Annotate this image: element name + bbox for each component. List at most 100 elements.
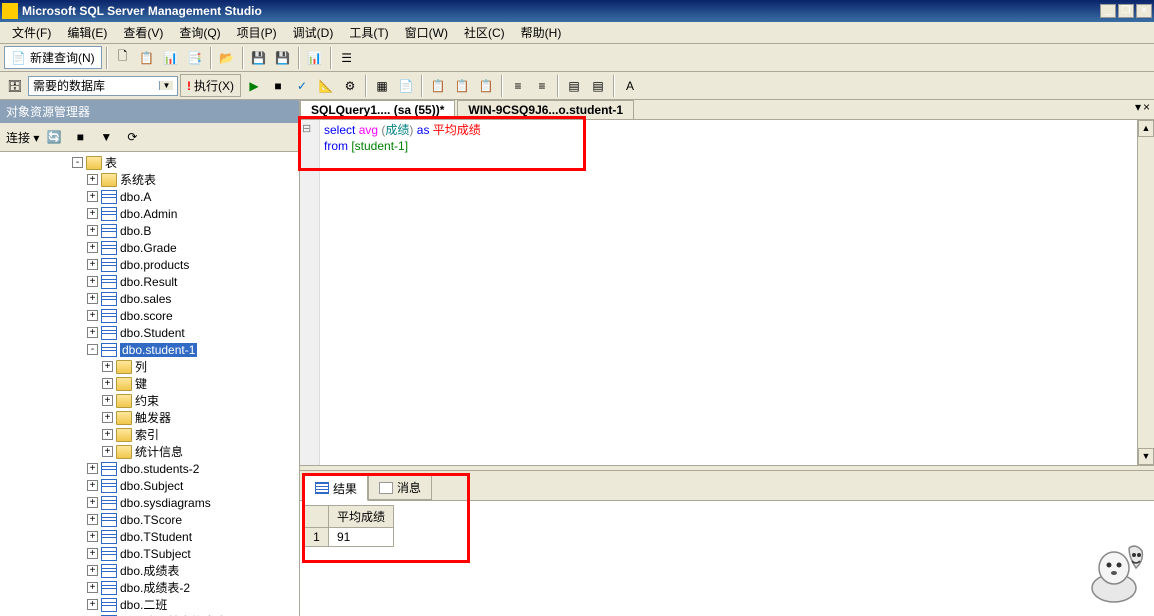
tree-table-item[interactable]: +dbo.Result xyxy=(2,273,297,290)
oe-refresh-icon[interactable]: 🔄 xyxy=(43,126,65,148)
new-query-button[interactable]: 📄 新建查询(N) xyxy=(4,46,102,69)
tree-table-item[interactable]: +dbo.students-2 xyxy=(2,460,297,477)
execute-button[interactable]: ! 执行(X) xyxy=(180,74,241,97)
expander-icon[interactable]: + xyxy=(87,463,98,474)
tree-tables-folder[interactable]: - 表 xyxy=(2,154,297,171)
tb-saveall-icon[interactable]: 💾 xyxy=(272,47,294,69)
tb-stop-icon[interactable]: ■ xyxy=(267,75,289,97)
tb-resulttext-icon[interactable]: 📄 xyxy=(395,75,417,97)
menu-help[interactable]: 帮助(H) xyxy=(513,22,570,43)
tb-icon-4[interactable]: 📑 xyxy=(184,47,206,69)
oe-filter2-icon[interactable]: ▼ xyxy=(95,126,117,148)
tb-a-icon[interactable]: 📋 xyxy=(427,75,449,97)
expander-icon[interactable]: + xyxy=(87,225,98,236)
tree-table-item[interactable]: +dbo.B xyxy=(2,222,297,239)
tree-subfolder[interactable]: +键 xyxy=(2,375,297,392)
database-combo[interactable]: 需要的数据库 ▼ xyxy=(28,76,178,96)
tree-table-item[interactable]: +dbo.Student xyxy=(2,324,297,341)
tb-c-icon[interactable]: 📋 xyxy=(475,75,497,97)
expander-icon[interactable]: + xyxy=(87,293,98,304)
expander-icon[interactable]: + xyxy=(87,242,98,253)
menu-window[interactable]: 窗口(W) xyxy=(397,22,456,43)
expander-icon[interactable]: + xyxy=(87,174,98,185)
tb-icon-3[interactable]: 📊 xyxy=(160,47,182,69)
tree-table-item[interactable]: +dbo.score xyxy=(2,307,297,324)
tree-table-item[interactable]: +dbo.成绩表 xyxy=(2,562,297,579)
expander-icon[interactable]: + xyxy=(87,259,98,270)
tree-table-item[interactable]: +dbo.TSubject xyxy=(2,545,297,562)
expander-icon[interactable]: + xyxy=(102,378,113,389)
restore-button[interactable]: ❐ xyxy=(1118,4,1134,18)
tree-subfolder[interactable]: +约束 xyxy=(2,392,297,409)
expander-icon[interactable]: + xyxy=(102,429,113,440)
tb-uncomment-icon[interactable]: ▤ xyxy=(587,75,609,97)
expander-icon[interactable]: + xyxy=(87,276,98,287)
editor-scrollbar[interactable]: ▲ ▼ xyxy=(1137,120,1154,465)
close-button[interactable]: × xyxy=(1136,4,1152,18)
tb-icon-2[interactable]: 📋 xyxy=(136,47,158,69)
tb-plan-icon[interactable]: 📐 xyxy=(315,75,337,97)
expander-icon[interactable]: + xyxy=(87,514,98,525)
expander-icon[interactable]: + xyxy=(102,361,113,372)
expander-icon[interactable]: + xyxy=(87,548,98,559)
expander-icon[interactable]: + xyxy=(102,412,113,423)
menu-tools[interactable]: 工具(T) xyxy=(341,22,396,43)
tree-system-tables[interactable]: + 系统表 xyxy=(2,171,297,188)
tree-table-item[interactable]: +dbo.Admin xyxy=(2,205,297,222)
menu-file[interactable]: 文件(F) xyxy=(4,22,59,43)
tree-table-item[interactable]: +dbo.二班 xyxy=(2,596,297,613)
tree-table-item[interactable]: +dbo.sysdiagrams xyxy=(2,494,297,511)
tb-outdent-icon[interactable]: ≡ xyxy=(531,75,553,97)
tb-resultgrid-icon[interactable]: ▦ xyxy=(371,75,393,97)
expander-icon[interactable]: + xyxy=(87,480,98,491)
menu-edit[interactable]: 编辑(E) xyxy=(59,22,115,43)
tb-opt-icon[interactable]: ⚙ xyxy=(339,75,361,97)
menu-community[interactable]: 社区(C) xyxy=(456,22,513,43)
tree-table-item[interactable]: +dbo.A xyxy=(2,188,297,205)
tree-subfolder[interactable]: +统计信息 xyxy=(2,443,297,460)
scroll-down-icon[interactable]: ▼ xyxy=(1138,448,1154,465)
result-grid[interactable]: 平均成绩 1 91 xyxy=(300,501,1154,551)
tb-save-icon[interactable]: 💾 xyxy=(248,47,270,69)
expander-icon[interactable]: + xyxy=(87,310,98,321)
expander-icon[interactable]: + xyxy=(87,582,98,593)
sql-editor[interactable]: ⊟ select avg (成绩) as 平均成绩 from [student-… xyxy=(300,120,1154,465)
object-tree[interactable]: - 表 + 系统表 +dbo.A+dbo.Admin+dbo.B+dbo.Gra… xyxy=(0,152,299,616)
tree-table-item[interactable]: +dbo.TStudent xyxy=(2,528,297,545)
menu-project[interactable]: 项目(P) xyxy=(229,22,285,43)
expander-icon[interactable]: - xyxy=(87,344,98,355)
expander-icon[interactable]: + xyxy=(87,531,98,542)
menu-query[interactable]: 查询(Q) xyxy=(171,22,228,43)
expander-icon[interactable]: + xyxy=(87,497,98,508)
result-row[interactable]: 1 91 xyxy=(305,528,394,547)
expander-icon[interactable]: + xyxy=(87,191,98,202)
expander-icon[interactable]: + xyxy=(102,446,113,457)
tb-b-icon[interactable]: 📋 xyxy=(451,75,473,97)
expander-icon[interactable]: - xyxy=(72,157,83,168)
tree-table-item[interactable]: +dbo.products xyxy=(2,256,297,273)
tree-table-item[interactable]: +dbo.TScore xyxy=(2,511,297,528)
expander-icon[interactable]: + xyxy=(87,565,98,576)
tb-debug-icon[interactable]: ▶ xyxy=(243,75,265,97)
tab-close-icon[interactable]: × xyxy=(1143,100,1150,119)
result-col-header[interactable]: 平均成绩 xyxy=(329,506,394,528)
expander-icon[interactable]: + xyxy=(87,208,98,219)
result-tab-grid[interactable]: 结果 xyxy=(304,475,368,501)
expander-icon[interactable]: + xyxy=(87,327,98,338)
expander-icon[interactable]: + xyxy=(87,599,98,610)
menu-view[interactable]: 查看(V) xyxy=(115,22,171,43)
tree-table-item[interactable]: +dbo.Subject xyxy=(2,477,297,494)
menu-debug[interactable]: 调试(D) xyxy=(285,22,342,43)
tb-open-icon[interactable]: 📂 xyxy=(216,47,238,69)
tb-icon-1[interactable]: 🗋 xyxy=(112,47,134,69)
tb-activity-icon[interactable]: 📊 xyxy=(304,47,326,69)
tree-subfolder[interactable]: +索引 xyxy=(2,426,297,443)
tb-list-icon[interactable]: ☰ xyxy=(336,47,358,69)
expander-icon[interactable]: + xyxy=(102,395,113,406)
tree-student-1[interactable]: - dbo.student-1 xyxy=(2,341,297,358)
tree-table-item[interactable]: +dbo.成绩表-2 xyxy=(2,579,297,596)
connect-dropdown[interactable]: 连接 ▾ xyxy=(6,129,39,146)
tree-subfolder[interactable]: +列 xyxy=(2,358,297,375)
tree-table-item[interactable]: +dbo.sales xyxy=(2,290,297,307)
editor-content[interactable]: select avg (成绩) as 平均成绩 from [student-1] xyxy=(320,120,1154,465)
